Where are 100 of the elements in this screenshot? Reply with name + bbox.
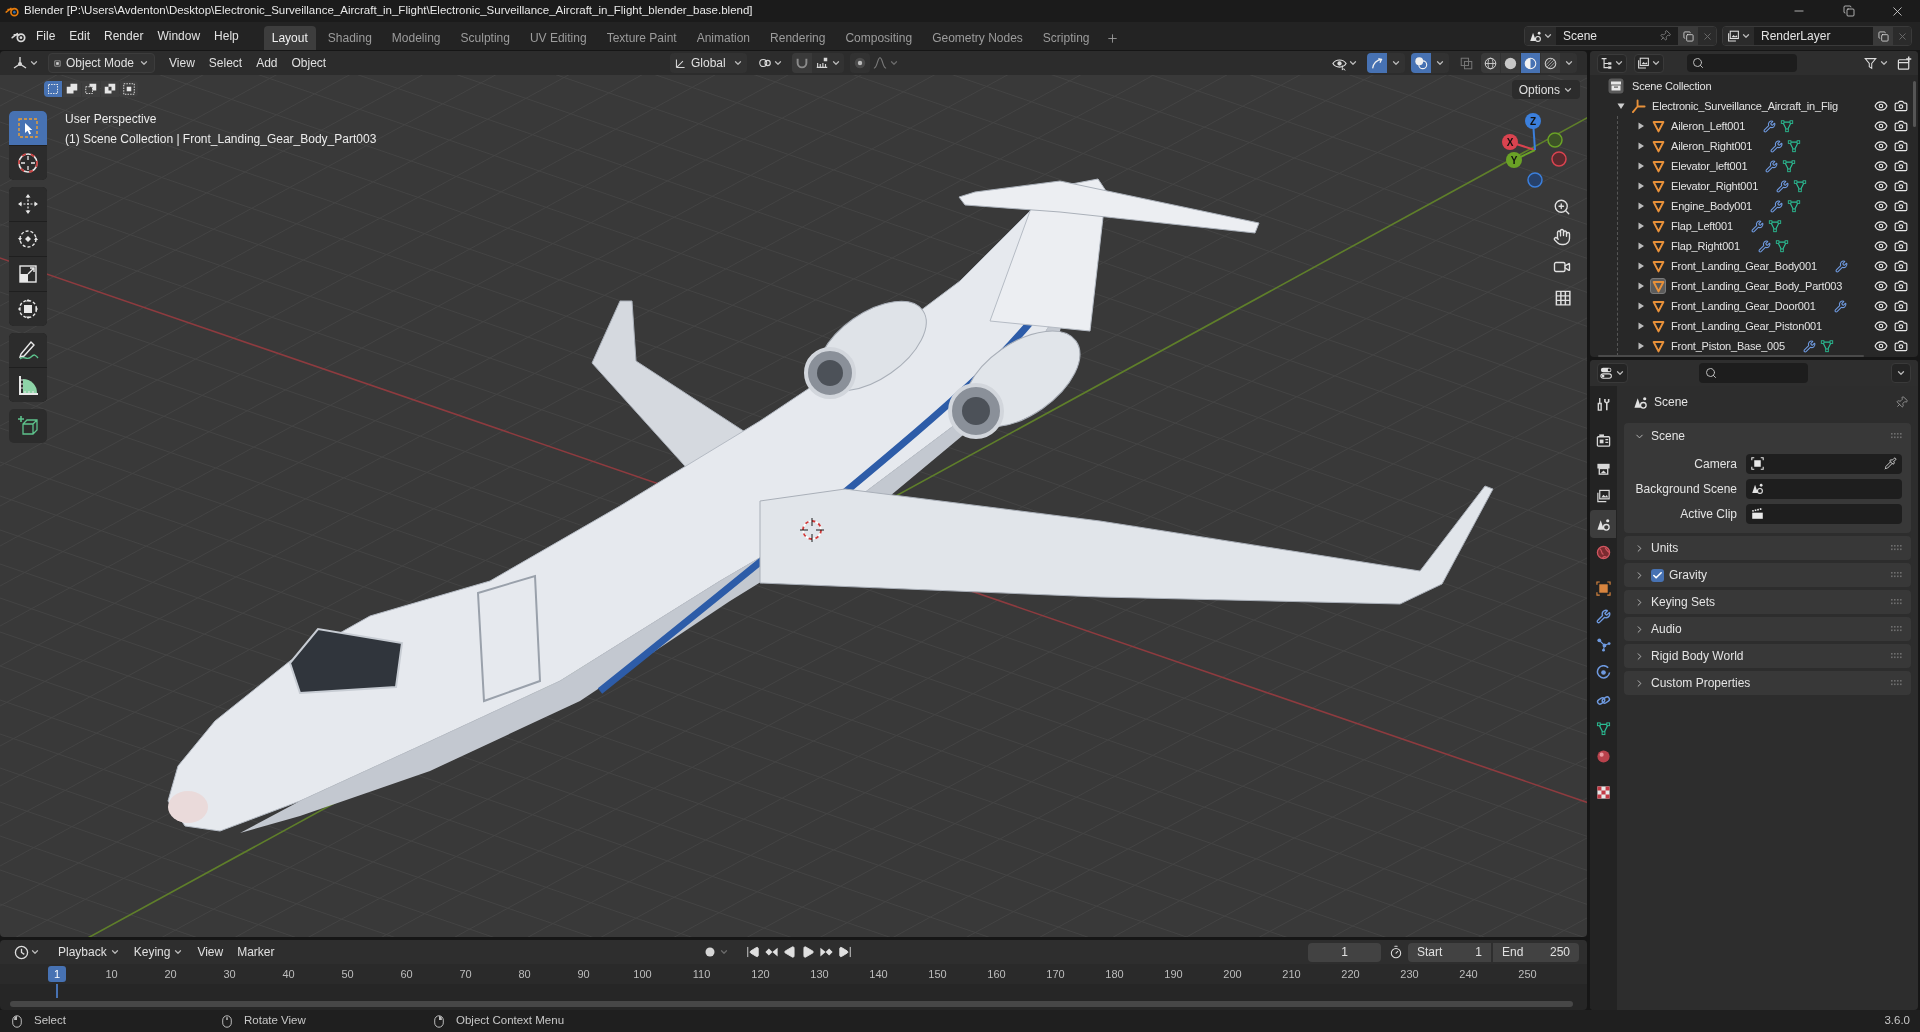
camera-icon[interactable]: [1894, 339, 1908, 353]
section-header[interactable]: Audio: [1624, 617, 1911, 641]
camera-icon[interactable]: [1894, 279, 1908, 293]
eyedropper-icon[interactable]: [1884, 457, 1897, 470]
orientation-dropdown[interactable]: Global: [670, 53, 747, 73]
camera-icon[interactable]: [1894, 159, 1908, 173]
section-header[interactable]: Custom Properties: [1624, 671, 1911, 695]
move-tool[interactable]: [9, 187, 47, 221]
gizmo-dropdown[interactable]: [1387, 53, 1405, 73]
play-icon[interactable]: [801, 945, 815, 959]
camera-icon[interactable]: [1894, 259, 1908, 273]
outliner-item[interactable]: Front_Landing_Gear_Piston001: [1671, 317, 1822, 335]
outliner-item[interactable]: Aileron_Right001: [1671, 137, 1753, 155]
proportional-editing-toggle[interactable]: [850, 53, 870, 73]
diamond-arrow-right-icon[interactable]: [819, 945, 834, 959]
workspace-tab[interactable]: Geometry Nodes: [924, 26, 1031, 50]
drag-handle-icon[interactable]: [1891, 433, 1903, 439]
play-reverse-icon[interactable]: [783, 945, 797, 959]
section-header[interactable]: Units: [1624, 536, 1911, 560]
menu-item[interactable]: Render: [97, 27, 151, 45]
menu-button[interactable]: View: [191, 942, 230, 962]
property-field[interactable]: [1746, 453, 1902, 474]
property-field[interactable]: [1746, 478, 1902, 499]
camera-icon[interactable]: [1894, 199, 1908, 213]
wrench-icon[interactable]: [1770, 199, 1783, 213]
outliner-item[interactable]: Electronic_Surveillance_Aircraft_in_Flig: [1652, 97, 1838, 115]
search-field[interactable]: [1699, 363, 1808, 383]
drag-handle-icon[interactable]: [1891, 599, 1903, 605]
wrench-icon[interactable]: [1834, 259, 1848, 273]
gizmo-toggle[interactable]: [1367, 53, 1387, 73]
navigation-gizmo[interactable]: X Y Z: [1497, 108, 1571, 192]
collapsed-arrow-icon[interactable]: [1637, 162, 1645, 170]
property-field[interactable]: [1746, 503, 1902, 524]
checkbox[interactable]: [1651, 568, 1664, 582]
workspace-tab[interactable]: Animation: [688, 26, 759, 50]
outliner-item[interactable]: Engine_Body001: [1671, 197, 1752, 215]
mode-dropdown[interactable]: Object Mode: [48, 53, 155, 73]
outliner-item[interactable]: Front_Landing_Gear_Door001: [1671, 297, 1816, 315]
search-field[interactable]: [1687, 54, 1797, 72]
outliner-item[interactable]: Elevator_left001: [1671, 157, 1748, 175]
outliner-item[interactable]: Flap_Right001: [1671, 237, 1740, 255]
eye-icon[interactable]: [1874, 179, 1888, 193]
horizontal-scrollbar[interactable]: [1598, 355, 1864, 357]
menu-item[interactable]: Select: [201, 54, 250, 72]
workspace-tab[interactable]: Texture Paint: [598, 26, 685, 50]
camera-icon[interactable]: [1894, 219, 1908, 233]
workspace-tab[interactable]: Sculpting: [452, 26, 518, 50]
menu-item[interactable]: View: [162, 54, 202, 72]
add-cube-tool[interactable]: [9, 409, 47, 443]
section-header[interactable]: Gravity: [1624, 563, 1911, 587]
transform-tool[interactable]: [9, 292, 47, 326]
menu-item[interactable]: Add: [249, 54, 285, 72]
wrench-icon[interactable]: [1770, 139, 1784, 153]
outliner-item[interactable]: Flap_Left001: [1671, 217, 1733, 235]
drag-handle-icon[interactable]: [1891, 653, 1903, 659]
camera-icon[interactable]: [1894, 119, 1908, 133]
drag-handle-icon[interactable]: [1891, 545, 1903, 551]
menu-item[interactable]: Object: [284, 54, 334, 72]
camera-icon[interactable]: [1894, 239, 1908, 253]
snap-toggle[interactable]: [792, 53, 812, 73]
selection-mode-button[interactable]: [63, 81, 81, 97]
section-header[interactable]: Keying Sets: [1624, 590, 1911, 614]
menu-item[interactable]: Window: [150, 27, 208, 45]
eye-icon[interactable]: [1874, 279, 1888, 293]
add-workspace-icon[interactable]: [1105, 31, 1119, 45]
jump-to-start-icon[interactable]: [746, 945, 760, 959]
grid-icon[interactable]: [1553, 288, 1571, 306]
workspace-tab[interactable]: Scripting: [1034, 26, 1098, 50]
selection-mode-button[interactable]: [82, 81, 100, 97]
menu-button[interactable]: Keying: [127, 942, 190, 962]
wrench-icon[interactable]: [1802, 339, 1816, 353]
drag-handle-icon[interactable]: [1891, 680, 1903, 686]
collapsed-arrow-icon[interactable]: [1637, 262, 1645, 270]
measure-tool[interactable]: [9, 368, 47, 402]
options-dropdown[interactable]: Options: [1511, 80, 1580, 99]
menu-item[interactable]: Help: [207, 27, 246, 45]
properties-tab[interactable]: [1590, 510, 1616, 538]
annotate-tool[interactable]: [9, 333, 47, 367]
eye-icon[interactable]: [1874, 139, 1888, 153]
end-frame-field[interactable]: End 250: [1493, 942, 1579, 962]
eye-icon[interactable]: [1874, 99, 1888, 113]
workspace-tab[interactable]: UV Editing: [521, 26, 595, 50]
wrench-icon[interactable]: [1750, 219, 1764, 233]
collapsed-arrow-icon[interactable]: [1637, 182, 1645, 190]
workspace-tab[interactable]: Modeling: [383, 26, 449, 50]
scale-tool[interactable]: [9, 257, 47, 291]
diamond-arrow-left-icon[interactable]: [764, 945, 779, 959]
selection-mode-button[interactable]: [101, 81, 119, 97]
workspace-tab[interactable]: Compositing: [837, 26, 921, 50]
wrench-icon[interactable]: [1765, 159, 1779, 173]
cursor-tool[interactable]: [9, 146, 47, 180]
editor-type-button[interactable]: [1597, 363, 1628, 383]
collapsed-arrow-icon[interactable]: [1637, 282, 1645, 290]
select-box-tool[interactable]: [9, 111, 47, 145]
drag-handle-icon[interactable]: [1891, 572, 1903, 578]
outliner-item[interactable]: Front_Piston_Base_005: [1671, 337, 1785, 355]
overlays-dropdown[interactable]: [1431, 53, 1449, 73]
menu-item[interactable]: Edit: [62, 27, 98, 45]
eye-icon[interactable]: [1874, 259, 1888, 273]
section-header[interactable]: Rigid Body World: [1624, 644, 1911, 668]
